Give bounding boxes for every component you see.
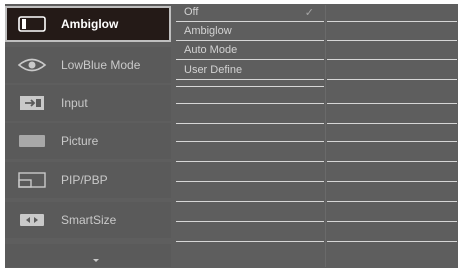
menu-item-label: Ambiglow [61, 17, 119, 31]
divider [327, 241, 457, 242]
divider [176, 86, 324, 87]
menu-item-label: SmartSize [61, 213, 117, 227]
menu-item-label: PIP/PBP [61, 173, 108, 187]
submenu-option-user-define[interactable]: User Define [176, 63, 324, 80]
scroll-down-button[interactable] [5, 244, 171, 267]
smartsize-icon [17, 211, 47, 229]
submenu-option-label: User Define [184, 64, 243, 76]
menu-item-smartsize[interactable]: SmartSize [5, 202, 171, 238]
picture-icon [17, 132, 47, 150]
divider [176, 123, 324, 124]
divider [327, 181, 457, 182]
divider [176, 181, 324, 182]
divider [176, 161, 324, 162]
chevron-down-icon [93, 259, 99, 262]
divider [327, 21, 457, 22]
divider [327, 40, 457, 41]
divider [327, 123, 457, 124]
divider [327, 59, 457, 60]
menu-item-ambiglow[interactable]: Ambiglow [5, 6, 171, 42]
pip-pbp-icon [17, 171, 47, 189]
column-divider [325, 5, 326, 267]
submenu-option-label: Ambiglow [184, 25, 232, 37]
divider [176, 201, 324, 202]
menu-item-label: Input [61, 96, 88, 110]
menu-item-label: LowBlue Mode [61, 58, 141, 72]
divider [327, 221, 457, 222]
ambiglow-submenu: Off ✓ Ambiglow Auto Mode User Define [176, 5, 324, 267]
divider [176, 221, 324, 222]
menu-item-label: Picture [61, 134, 99, 148]
divider [327, 103, 457, 104]
menu-item-pip-pbp[interactable]: PIP/PBP [5, 162, 171, 198]
submenu-option-label: Auto Mode [184, 44, 238, 56]
menu-item-input[interactable]: Input [5, 85, 171, 121]
divider [176, 103, 324, 104]
divider [327, 141, 457, 142]
divider [176, 141, 324, 142]
value-panel [327, 5, 457, 267]
submenu-option-off[interactable]: Off ✓ [176, 5, 324, 22]
ambiglow-icon [17, 15, 47, 33]
submenu-option-auto-mode[interactable]: Auto Mode [176, 43, 324, 60]
divider [327, 79, 457, 80]
divider [327, 201, 457, 202]
submenu-option-ambiglow[interactable]: Ambiglow [176, 24, 324, 41]
input-icon [17, 94, 47, 112]
menu-item-picture[interactable]: Picture [5, 123, 171, 159]
checkmark-icon: ✓ [304, 7, 314, 19]
eye-icon [17, 56, 47, 74]
divider [327, 161, 457, 162]
menu-item-lowblue-mode[interactable]: LowBlue Mode [5, 47, 171, 83]
submenu-option-label: Off [184, 6, 199, 18]
divider [176, 241, 324, 242]
